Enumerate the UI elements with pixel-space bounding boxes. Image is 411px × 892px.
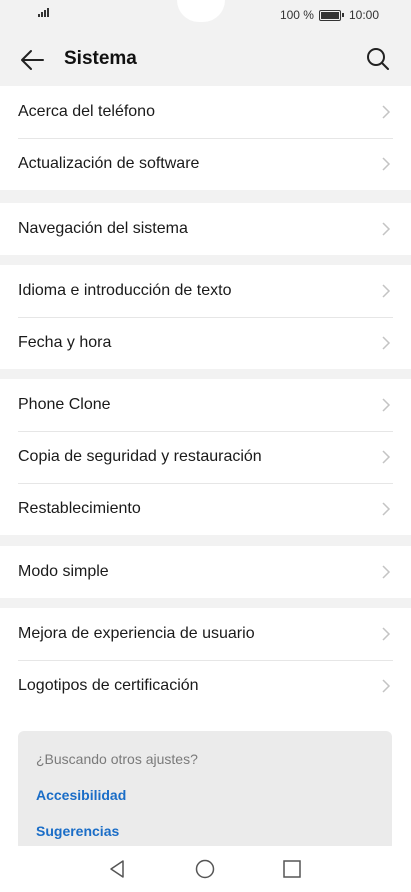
arrow-left-icon[interactable] (18, 47, 46, 73)
triangle-back-icon[interactable] (107, 859, 127, 879)
chevron-right-icon (382, 336, 391, 350)
list-item-label: Modo simple (18, 563, 109, 580)
list-item-label: Mejora de experiencia de usuario (18, 625, 255, 642)
list-item-idioma[interactable]: Idioma e introducción de texto (0, 265, 411, 317)
list-item-label: Restablecimiento (18, 500, 141, 517)
clock: 10:00 (348, 8, 379, 22)
list-item-navegacion-sistema[interactable]: Navegación del sistema (0, 203, 411, 255)
circle-home-icon[interactable] (195, 859, 215, 879)
chevron-right-icon (382, 157, 391, 171)
square-recents-icon[interactable] (282, 859, 302, 879)
list-item-label: Phone Clone (18, 396, 111, 413)
chevron-right-icon (382, 222, 391, 236)
chevron-right-icon (382, 284, 391, 298)
settings-group-language: Idioma e introducción de texto Fecha y h… (0, 265, 411, 369)
list-item-modo-simple[interactable]: Modo simple (0, 546, 411, 598)
settings-group-experience: Mejora de experiencia de usuario Logotip… (0, 608, 411, 712)
list-item-phone-clone[interactable]: Phone Clone (0, 379, 411, 431)
suggestions-question: ¿Buscando otros ajustes? (36, 751, 198, 767)
signal-icon (38, 8, 49, 17)
list-item-label: Fecha y hora (18, 334, 112, 351)
suggestions-card: ¿Buscando otros ajustes? Accesibilidad S… (18, 731, 392, 851)
chevron-right-icon (382, 398, 391, 412)
battery-percentage: 100 % (279, 8, 314, 22)
list-item-label: Copia de seguridad y restauración (18, 448, 262, 465)
list-item-label: Actualización de software (18, 155, 200, 172)
system-navigation-bar (0, 846, 411, 892)
chevron-right-icon (382, 565, 391, 579)
list-item-actualizacion-software[interactable]: Actualización de software (0, 138, 411, 190)
list-item-acerca-del-telefono[interactable]: Acerca del teléfono (0, 86, 411, 138)
list-item-copia-seguridad[interactable]: Copia de seguridad y restauración (0, 431, 411, 483)
page-title: Sistema (64, 48, 137, 69)
link-accesibilidad[interactable]: Accesibilidad (36, 787, 126, 803)
list-item-label: Navegación del sistema (18, 220, 188, 237)
list-item-mejora-experiencia[interactable]: Mejora de experiencia de usuario (0, 608, 411, 660)
list-item-logotipos-certificacion[interactable]: Logotipos de certificación (0, 660, 411, 712)
list-item-label: Logotipos de certificación (18, 677, 199, 694)
battery-icon (318, 9, 341, 21)
list-item-restablecimiento[interactable]: Restablecimiento (0, 483, 411, 535)
settings-group-about: Acerca del teléfono Actualización de sof… (0, 86, 411, 190)
settings-group-simple-mode: Modo simple (0, 546, 411, 598)
chevron-right-icon (382, 450, 391, 464)
chevron-right-icon (382, 627, 391, 641)
camera-notch (177, 0, 225, 22)
chevron-right-icon (382, 502, 391, 516)
chevron-right-icon (382, 679, 391, 693)
app-header: Sistema (0, 32, 411, 86)
search-icon[interactable] (365, 46, 391, 72)
list-item-label: Idioma e introducción de texto (18, 282, 232, 299)
settings-group-backup: Phone Clone Copia de seguridad y restaur… (0, 379, 411, 535)
list-item-label: Acerca del teléfono (18, 103, 155, 120)
list-item-fecha-hora[interactable]: Fecha y hora (0, 317, 411, 369)
settings-group-navigation: Navegación del sistema (0, 203, 411, 255)
status-bar: 100 % 10:00 (0, 0, 411, 32)
chevron-right-icon (382, 105, 391, 119)
link-sugerencias[interactable]: Sugerencias (36, 823, 119, 839)
